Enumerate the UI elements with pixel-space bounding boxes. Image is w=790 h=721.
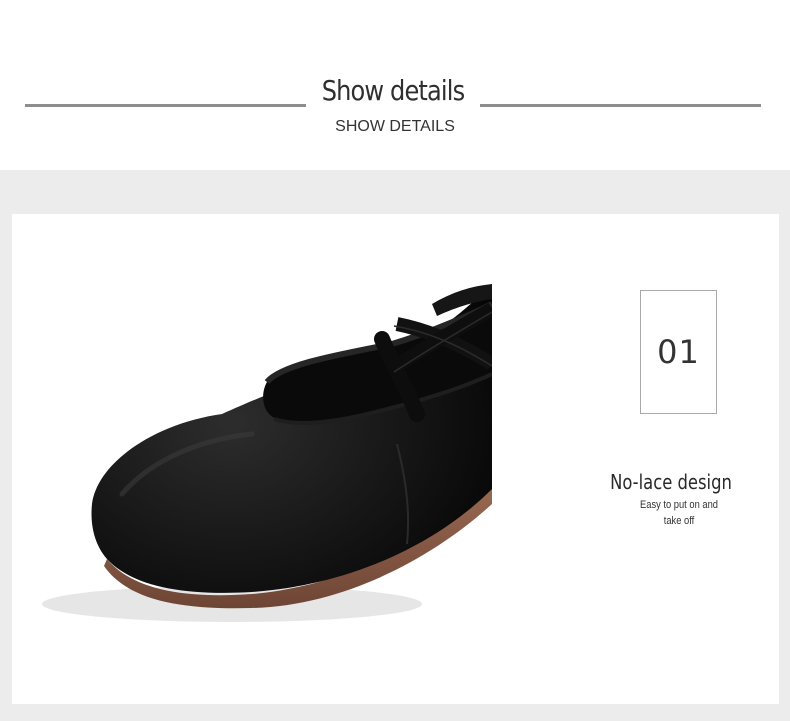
section-header: Show details SHOW DETAILS <box>0 0 790 170</box>
section-subtitle: SHOW DETAILS <box>335 118 455 135</box>
header-rule-left <box>25 104 306 107</box>
feature-title: No-lace design <box>610 470 732 494</box>
product-photo <box>12 214 492 704</box>
section-title: Show details <box>321 74 465 107</box>
detail-number: 01 <box>657 333 700 371</box>
detail-number-box: 01 <box>640 290 717 414</box>
detail-card: 01 No-lace design Easy to put on and tak… <box>12 214 779 704</box>
header-rule-right <box>480 104 761 107</box>
ballet-shoe-image <box>42 284 492 622</box>
feature-description: Easy to put on and take off <box>640 499 718 527</box>
